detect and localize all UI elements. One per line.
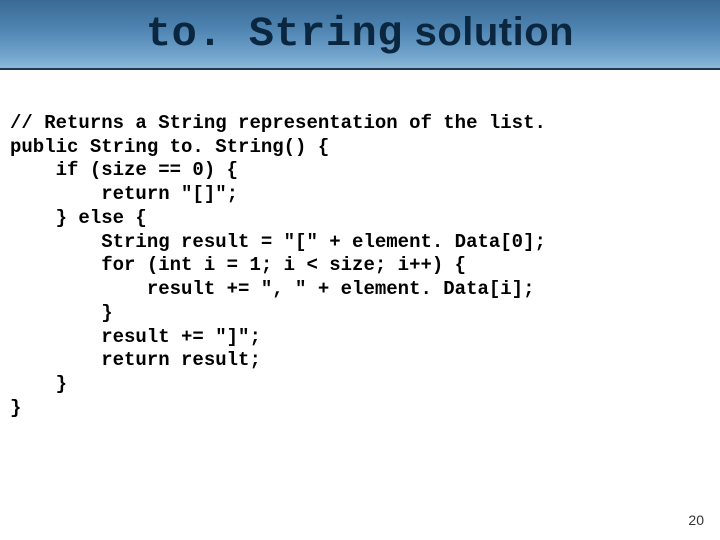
code-line: } (10, 397, 21, 419)
code-line: public String to. String() { (10, 136, 329, 158)
code-line: if (size == 0) { (10, 159, 238, 181)
page-number: 20 (688, 512, 704, 528)
code-line: } else { (10, 207, 147, 229)
code-line: result += "]"; (10, 326, 261, 348)
code-line: return "[]"; (10, 183, 238, 205)
code-line: for (int i = 1; i < size; i++) { (10, 254, 466, 276)
slide-title-bar: to. String solution (0, 0, 720, 70)
code-line: } (10, 373, 67, 395)
title-rest-part: solution (403, 10, 574, 54)
code-line: return result; (10, 349, 261, 371)
slide-title: to. String solution (146, 10, 574, 58)
code-block: // Returns a String representation of th… (0, 70, 720, 421)
title-mono-part: to. String (146, 10, 403, 58)
code-line: result += ", " + element. Data[i]; (10, 278, 535, 300)
code-line: String result = "[" + element. Data[0]; (10, 231, 546, 253)
code-line: } (10, 302, 113, 324)
code-line: // Returns a String representation of th… (10, 112, 546, 134)
